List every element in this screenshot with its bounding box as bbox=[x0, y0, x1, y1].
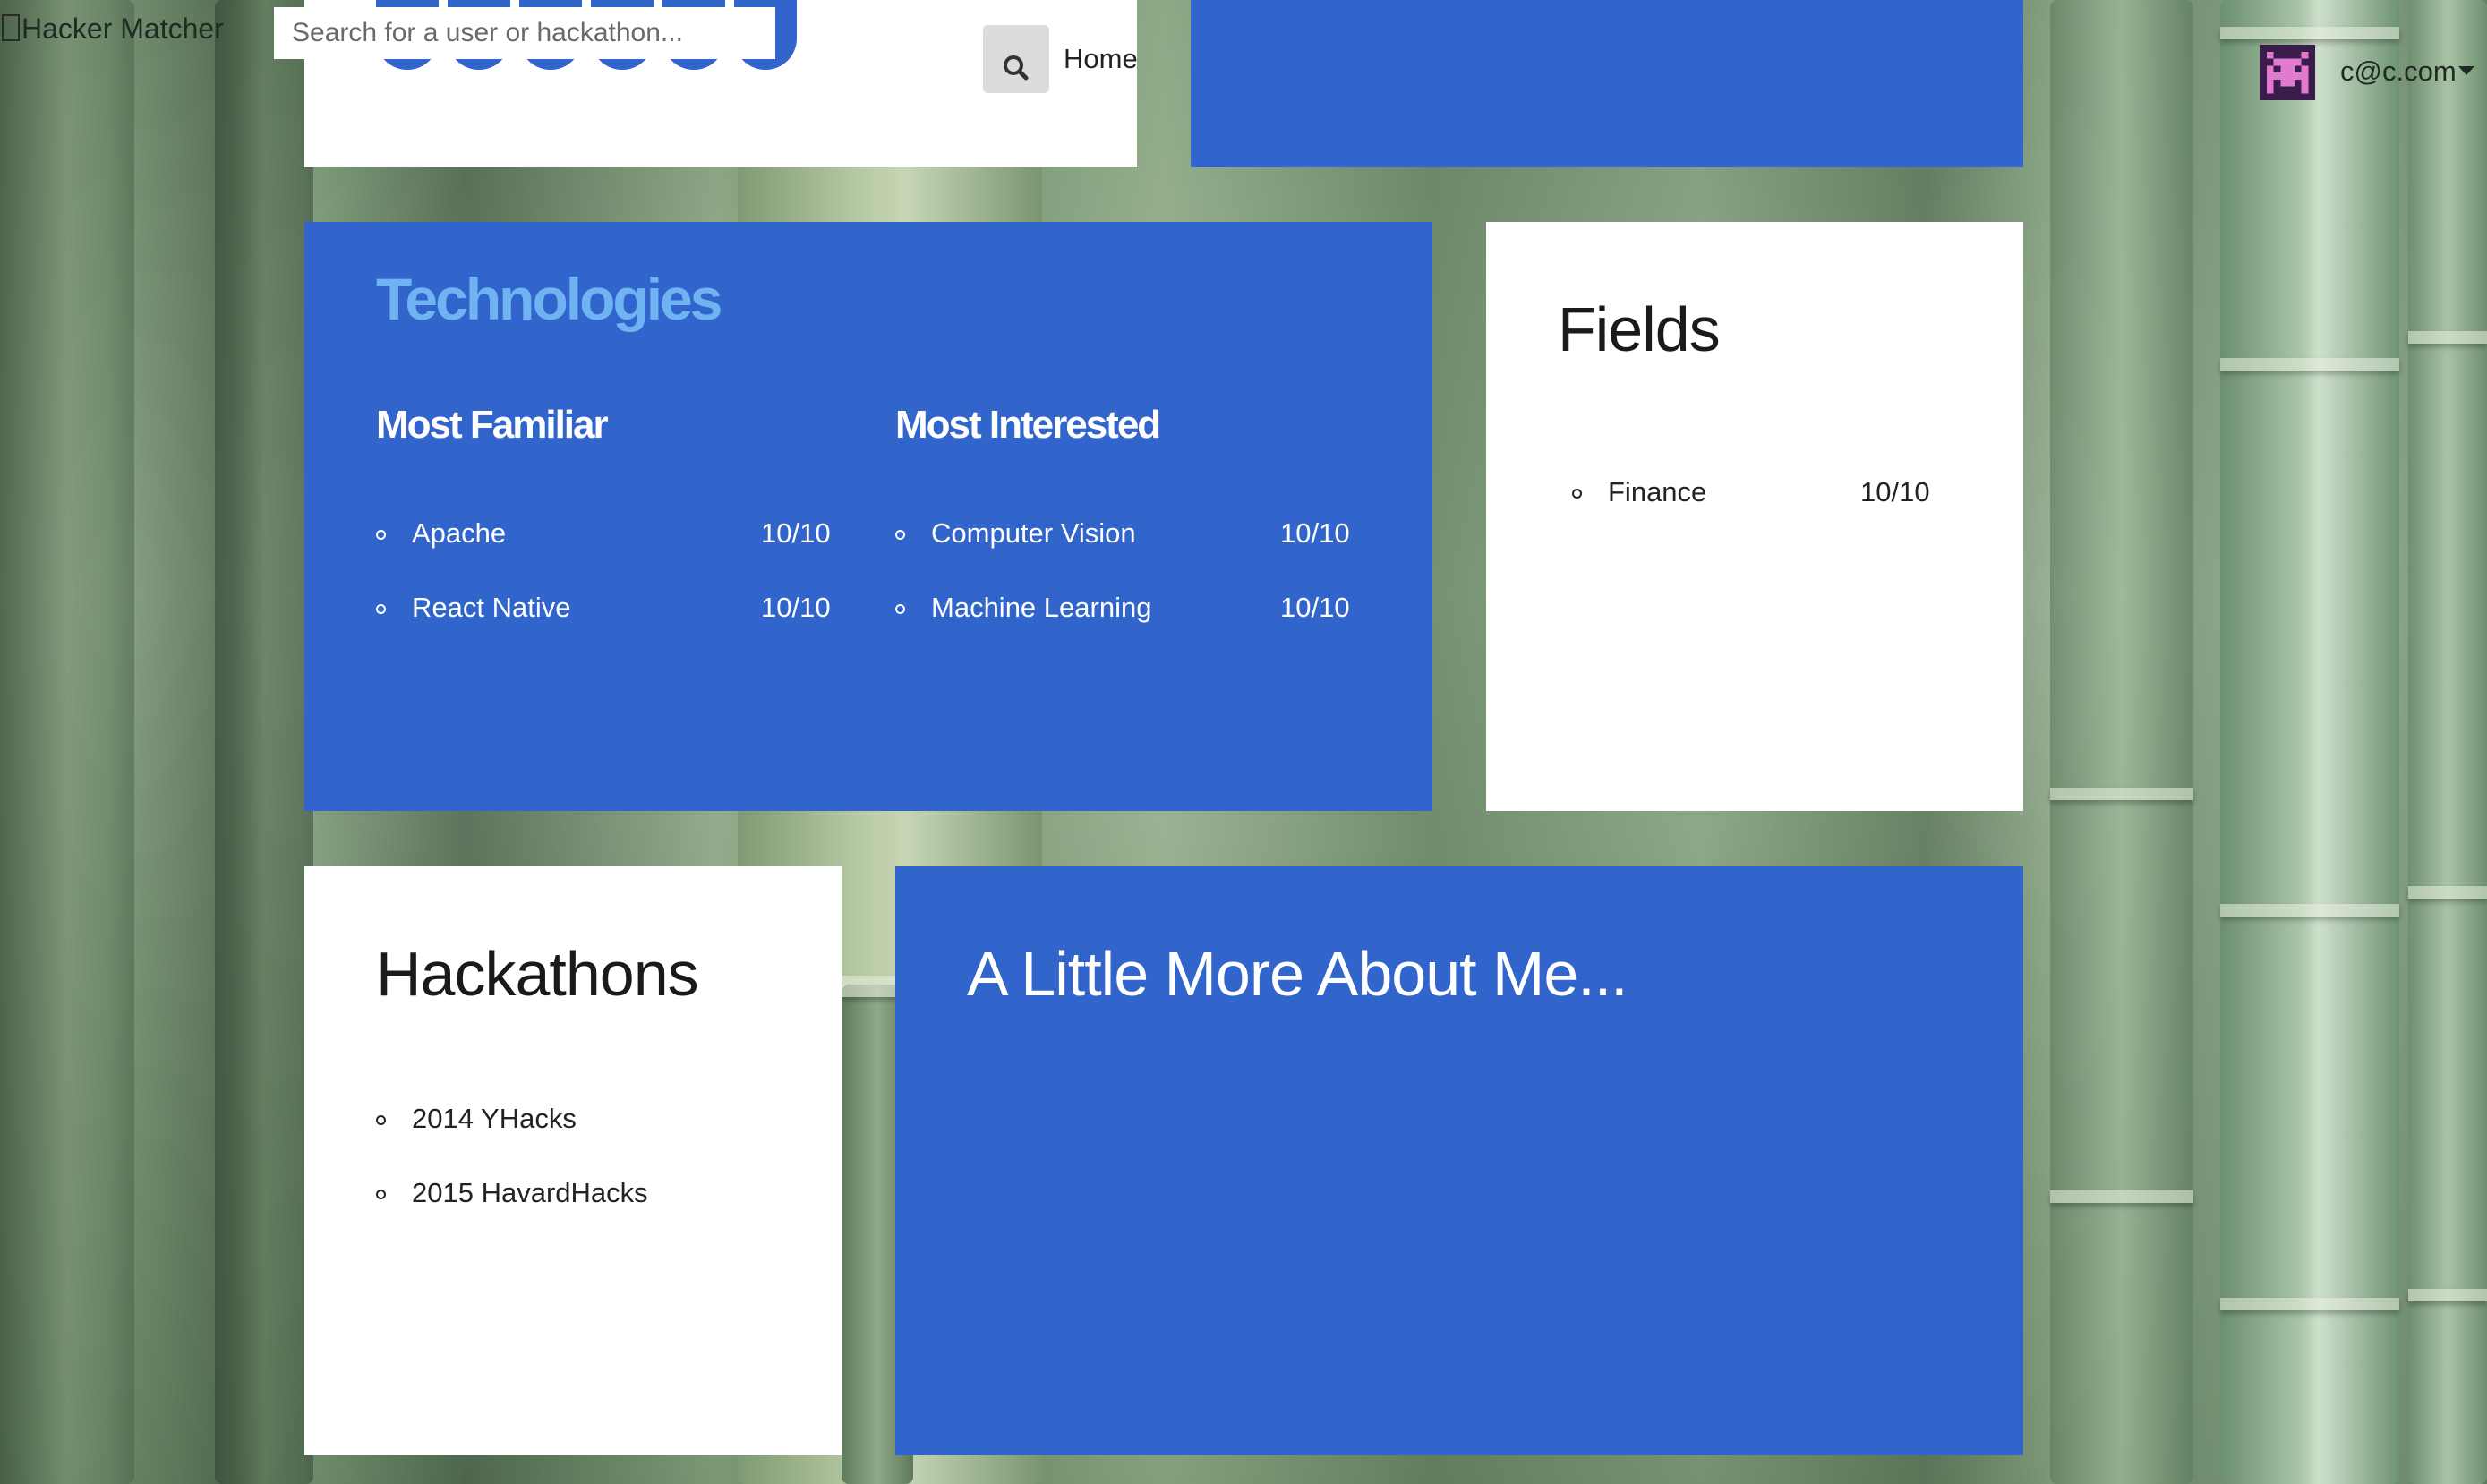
search-icon bbox=[1004, 55, 1029, 81]
hackathons-card: Hackathons 2014 YHacks 2015 HavardHacks bbox=[304, 866, 842, 1455]
list-item[interactable]: 2014 YHacks bbox=[376, 1103, 788, 1139]
pixel-avatar-icon bbox=[2260, 45, 2315, 100]
top-blue-card bbox=[1191, 0, 2023, 167]
fields-card: Fields Finance 10/10 bbox=[1486, 222, 2023, 811]
brand-label: Hacker Matcher bbox=[21, 13, 224, 45]
list-item[interactable]: 2015 HavardHacks bbox=[376, 1177, 788, 1213]
hackathon-name: 2014 YHacks bbox=[412, 1103, 577, 1134]
home-link[interactable]: Home bbox=[1064, 43, 1138, 75]
about-card: A Little More About Me... bbox=[895, 866, 2023, 1455]
bullet-icon bbox=[376, 1190, 386, 1199]
bullet-icon bbox=[895, 530, 905, 540]
technologies-title: Technologies bbox=[376, 266, 722, 332]
technology-name: Computer Vision bbox=[931, 517, 1136, 549]
technology-score: 10/10 bbox=[1280, 517, 1350, 549]
technology-score: 10/10 bbox=[761, 592, 831, 623]
list-item: Apache 10/10 bbox=[376, 517, 831, 553]
field-name: Finance bbox=[1608, 476, 1707, 507]
user-email: c@c.com bbox=[2340, 55, 2457, 87]
brand-link[interactable]: Hacker Matcher bbox=[2, 13, 224, 46]
bullet-icon bbox=[1572, 489, 1582, 499]
list-item: Finance 10/10 bbox=[1572, 476, 1948, 512]
bullet-icon bbox=[376, 604, 386, 614]
caret-down-icon bbox=[2458, 66, 2474, 75]
bullet-icon bbox=[895, 604, 905, 614]
field-score: 10/10 bbox=[1860, 476, 1930, 507]
most-familiar-heading: Most Familiar bbox=[376, 403, 609, 447]
bullet-icon bbox=[376, 530, 386, 540]
broken-glyph-icon bbox=[2, 14, 20, 41]
about-title: A Little More About Me... bbox=[967, 939, 1628, 1009]
search-button[interactable] bbox=[983, 25, 1049, 93]
list-item: Computer Vision 10/10 bbox=[895, 517, 1361, 553]
hackathons-title: Hackathons bbox=[376, 939, 699, 1009]
technologies-card: Technologies Most Familiar Apache 10/10 … bbox=[304, 222, 1432, 811]
technology-name: React Native bbox=[412, 592, 571, 623]
list-item: React Native 10/10 bbox=[376, 592, 831, 627]
search-input[interactable] bbox=[274, 7, 775, 59]
most-interested-heading: Most Interested bbox=[895, 403, 1161, 447]
technology-name: Apache bbox=[412, 517, 507, 549]
fields-title: Fields bbox=[1558, 294, 1721, 364]
technology-name: Machine Learning bbox=[931, 592, 1152, 623]
technology-score: 10/10 bbox=[761, 517, 831, 549]
list-item: Machine Learning 10/10 bbox=[895, 592, 1361, 627]
hackathon-name: 2015 HavardHacks bbox=[412, 1177, 648, 1208]
technology-score: 10/10 bbox=[1280, 592, 1350, 623]
bullet-icon bbox=[376, 1115, 386, 1125]
